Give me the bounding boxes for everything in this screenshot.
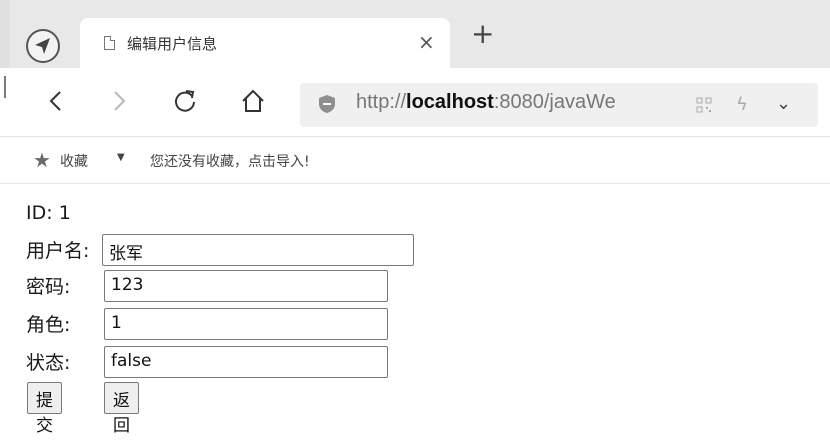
submit-button[interactable]: 提交 xyxy=(27,382,62,436)
status-input[interactable]: false xyxy=(104,346,388,378)
back-arrow-icon xyxy=(49,91,61,111)
forward-arrow-icon xyxy=(114,91,126,111)
username-label: 用户名: xyxy=(26,240,90,262)
browser-window: 编辑用户信息 × + http://localhost:8080/javaWe xyxy=(0,0,830,445)
tab-close-button[interactable]: × xyxy=(418,30,435,54)
url-text[interactable]: http://localhost:8080/javaWe xyxy=(356,91,686,114)
bookmarks-menu[interactable]: 收藏 xyxy=(60,151,88,171)
address-bar[interactable]: http://localhost:8080/javaWe ϟ ⌄ xyxy=(300,83,818,127)
new-tab-button[interactable]: + xyxy=(471,20,494,48)
shield-icon xyxy=(319,95,335,113)
role-label: 角色: xyxy=(26,314,71,336)
lightning-icon[interactable]: ϟ xyxy=(736,94,748,115)
password-label: 密码: xyxy=(26,276,71,298)
password-input[interactable]: 123 xyxy=(104,270,388,302)
bookmarks-bar: ★ 收藏 ▼ 您还没有收藏，点击导入! xyxy=(0,137,830,184)
browser-logo-icon[interactable] xyxy=(26,29,60,63)
role-input[interactable]: 1 xyxy=(104,308,388,340)
tab-strip: 编辑用户信息 × + xyxy=(0,0,830,68)
status-label: 状态: xyxy=(26,352,71,374)
home-button[interactable] xyxy=(240,88,266,114)
tab-title: 编辑用户信息 xyxy=(127,35,218,53)
id-label: ID: 1 xyxy=(26,202,71,224)
caret-down-icon[interactable]: ▼ xyxy=(117,152,125,163)
tab-strip-edge xyxy=(0,0,10,68)
qr-code-icon[interactable] xyxy=(696,97,712,113)
back-link-button[interactable]: 返回 xyxy=(104,382,139,436)
tab-active[interactable]: 编辑用户信息 × xyxy=(80,18,450,68)
reload-button[interactable] xyxy=(172,88,198,114)
id-value: 1 xyxy=(58,202,71,224)
window-edge-mark xyxy=(4,76,6,98)
home-icon xyxy=(242,89,264,112)
star-icon: ★ xyxy=(33,148,51,172)
chevron-down-icon[interactable]: ⌄ xyxy=(776,93,791,114)
bookmarks-import-hint[interactable]: 您还没有收藏，点击导入! xyxy=(150,151,310,171)
page-icon xyxy=(104,36,115,50)
back-button[interactable] xyxy=(44,88,70,114)
username-input[interactable]: 张军 xyxy=(102,234,414,266)
reload-icon xyxy=(175,90,195,112)
forward-button[interactable] xyxy=(105,88,131,114)
